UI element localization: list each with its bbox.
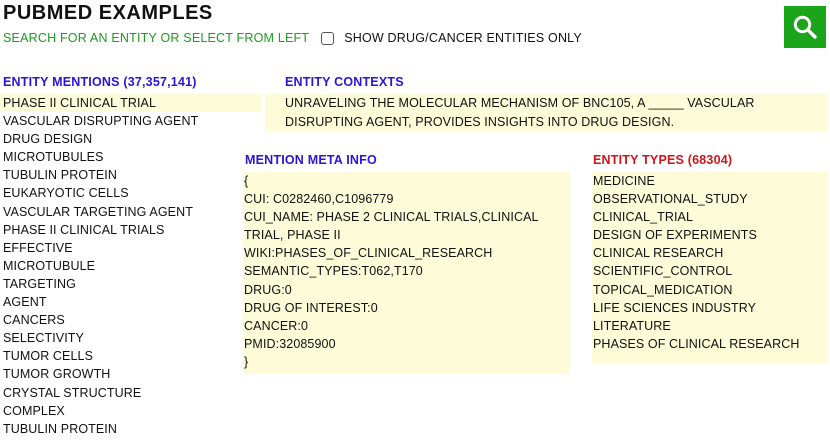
mention-item[interactable]: TUMOR CELLS <box>0 347 262 365</box>
meta-wiki: WIKI:PHASES_OF_CLINICAL_RESEARCH <box>244 246 493 261</box>
entity-types-heading: ENTITY TYPES (68304) <box>593 153 733 167</box>
meta-semantic-types: SEMANTIC_TYPES:T062,T170 <box>244 264 423 279</box>
entity-contexts-panel: UNRAVELING THE MOLECULAR MECHANISM OF BN… <box>265 94 828 131</box>
entity-mentions-list: PHASE II CLINICAL TRIAL VASCULAR DISRUPT… <box>0 94 262 438</box>
mention-item[interactable]: COMPLEX <box>0 402 262 420</box>
mention-item[interactable]: TARGETING <box>0 275 262 293</box>
entity-type-item[interactable]: PHASES OF CLINICAL RESEARCH <box>592 335 828 353</box>
meta-drug: DRUG:0 <box>244 282 292 297</box>
search-button[interactable] <box>784 6 826 48</box>
mention-item[interactable]: CANCERS <box>0 311 262 329</box>
entity-type-item[interactable]: MEDICINE <box>592 172 828 190</box>
meta-drug-of-interest: DRUG OF INTEREST:0 <box>244 300 378 315</box>
mention-item[interactable]: MICROTUBULE <box>0 257 262 275</box>
mention-item[interactable]: TUBULIN PROTEIN <box>0 166 262 184</box>
meta-close-brace: } <box>244 354 249 369</box>
mention-item[interactable]: PHASE II CLINICAL TRIALS <box>0 221 262 239</box>
entity-type-item[interactable]: CLINICAL RESEARCH <box>592 244 828 262</box>
entity-type-item[interactable]: SCIENTIFIC_CONTROL <box>592 262 828 280</box>
mention-item[interactable]: MICROTUBULES <box>0 148 262 166</box>
entity-type-item[interactable]: LIFE SCIENCES INDUSTRY <box>592 299 828 317</box>
meta-cui: CUI: C0282460,C1096779 <box>244 192 394 207</box>
entity-type-item[interactable]: OBSERVATIONAL_STUDY <box>592 190 828 208</box>
entity-type-item[interactable]: DESIGN OF EXPERIMENTS <box>592 226 828 244</box>
mention-item[interactable]: AGENT <box>0 293 262 311</box>
entity-types-panel: MEDICINE OBSERVATIONAL_STUDY CLINICAL_TR… <box>592 172 828 363</box>
meta-cui-name: CUI_NAME: PHASE 2 CLINICAL TRIALS,CLINIC… <box>244 210 539 225</box>
mention-item[interactable]: TUMOR GROWTH <box>0 365 262 383</box>
search-icon <box>793 15 817 39</box>
entity-type-item[interactable]: CLINICAL_TRIAL <box>592 208 828 226</box>
entity-contexts-heading: ENTITY CONTEXTS <box>285 75 404 89</box>
entity-type-item[interactable]: LITERATURE <box>592 317 828 335</box>
subtitle-row: SEARCH FOR AN ENTITY OR SELECT FROM LEFT… <box>3 31 582 45</box>
mention-meta-heading: MENTION META INFO <box>245 153 377 167</box>
drug-cancer-filter-checkbox[interactable] <box>321 31 335 45</box>
meta-open-brace: { <box>244 174 249 188</box>
meta-pmid: PMID:32085900 <box>244 336 336 351</box>
context-line: DISRUPTING AGENT, PROVIDES INSIGHTS INTO… <box>285 114 675 129</box>
search-instructions: SEARCH FOR AN ENTITY OR SELECT FROM LEFT <box>3 31 310 45</box>
mention-item[interactable]: CRYSTAL STRUCTURE <box>0 384 262 402</box>
mention-item[interactable]: SELECTIVITY <box>0 329 262 347</box>
drug-cancer-filter-label[interactable]: SHOW DRUG/CANCER ENTITIES ONLY <box>344 31 582 45</box>
meta-cancer: CANCER:0 <box>244 318 309 333</box>
mention-item[interactable]: TUBULIN PROTEIN <box>0 420 262 438</box>
mention-meta-panel: { CUI: C0282460,C1096779 CUI_NAME: PHASE… <box>243 172 570 374</box>
meta-cui-name-cont: TRIAL, PHASE II <box>244 228 341 243</box>
entity-type-item[interactable]: TOPICAL_MEDICATION <box>592 281 828 299</box>
mention-item[interactable]: VASCULAR TARGETING AGENT <box>0 203 262 221</box>
mention-item[interactable]: EUKARYOTIC CELLS <box>0 184 262 202</box>
entity-mentions-heading: ENTITY MENTIONS (37,357,141) <box>3 75 197 89</box>
mention-item[interactable]: EFFECTIVE <box>0 239 262 257</box>
mention-item[interactable]: DRUG DESIGN <box>0 130 262 148</box>
mention-item[interactable]: PHASE II CLINICAL TRIAL <box>0 94 262 113</box>
context-line: UNRAVELING THE MOLECULAR MECHANISM OF BN… <box>285 96 755 110</box>
page-title: PUBMED EXAMPLES <box>3 2 213 24</box>
mention-item[interactable]: VASCULAR DISRUPTING AGENT <box>0 112 262 130</box>
